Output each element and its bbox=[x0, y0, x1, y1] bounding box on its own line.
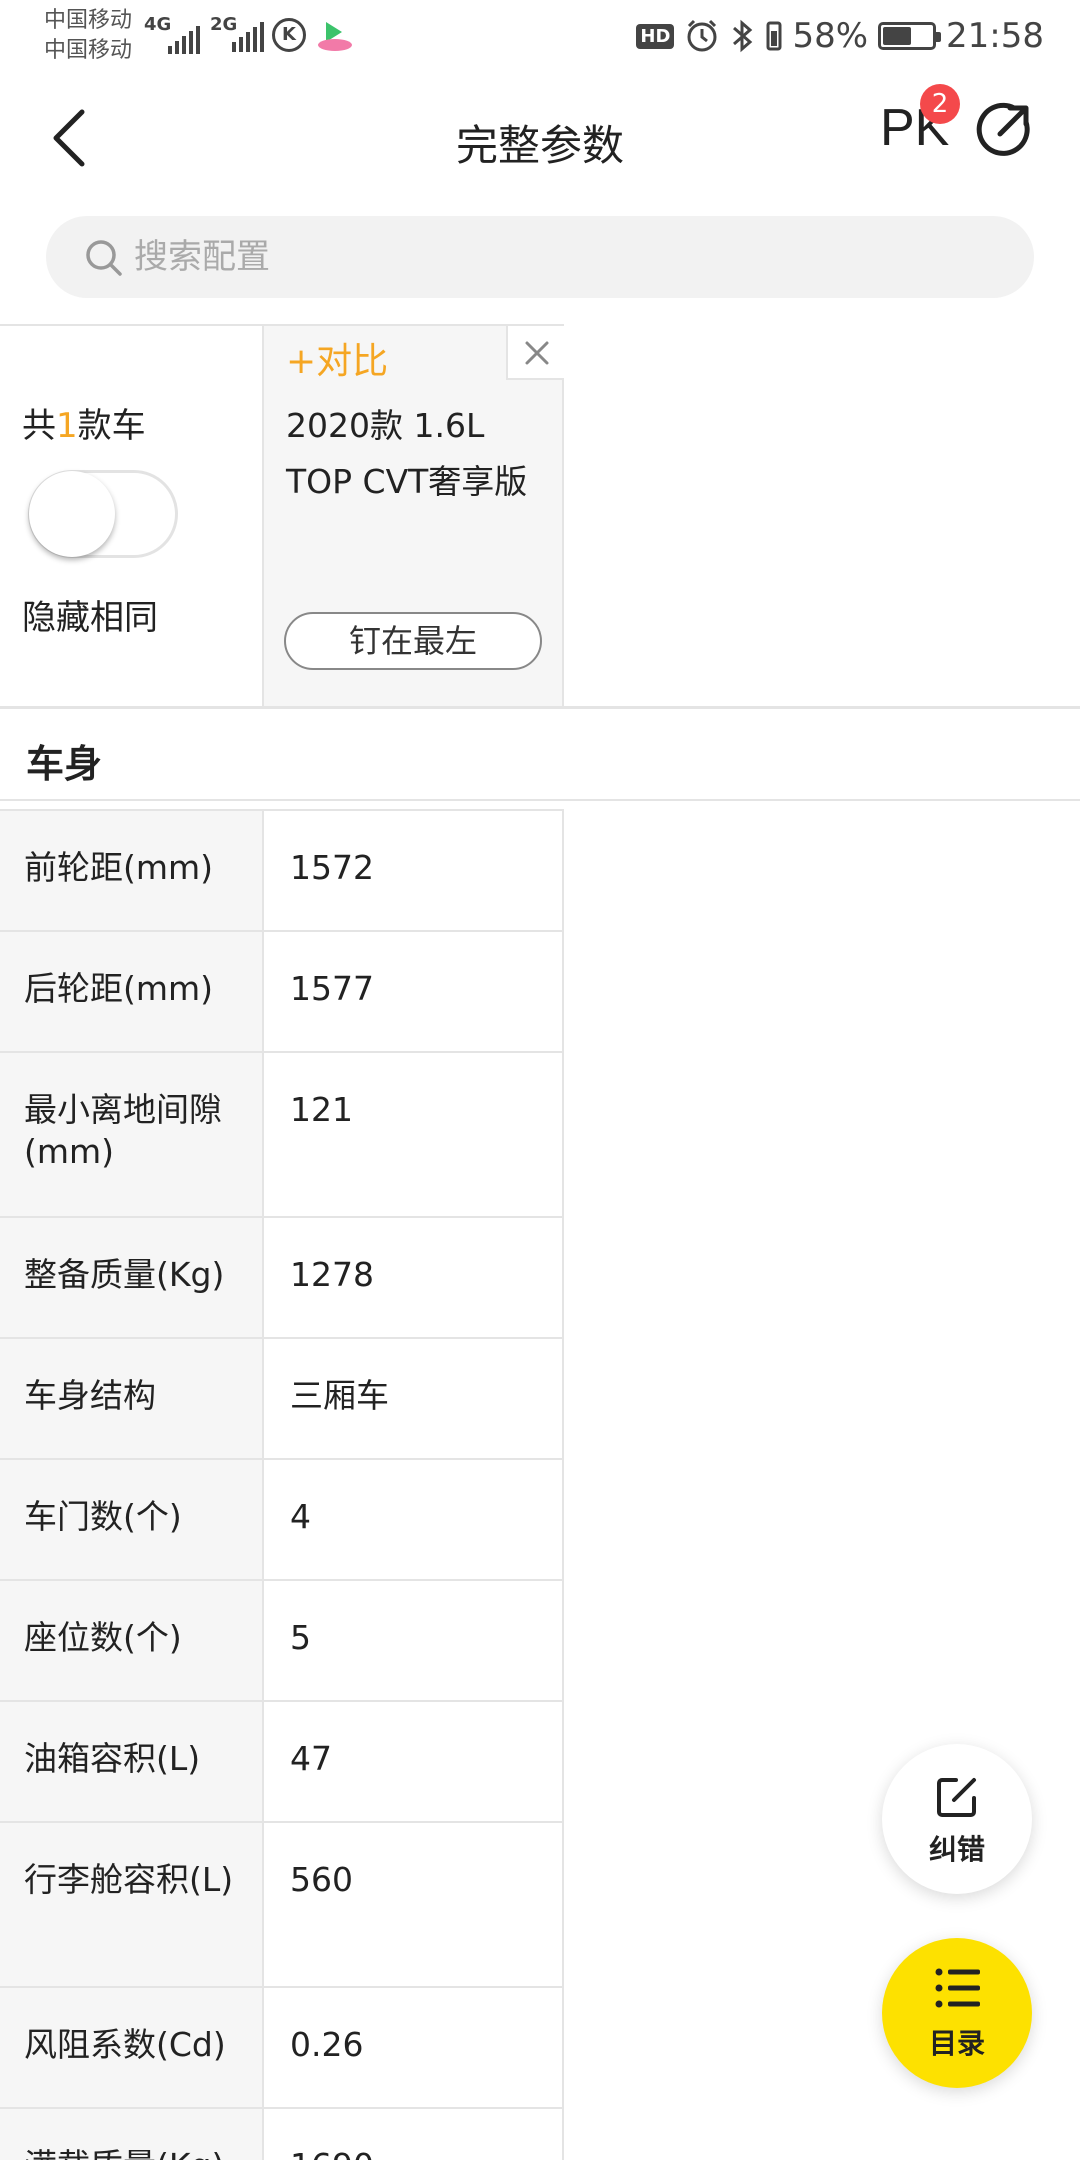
share-icon[interactable] bbox=[976, 102, 1032, 158]
params-table: 前轮距(mm) 1572 后轮距(mm) 1577 最小离地间隙(mm) 121… bbox=[0, 811, 564, 2160]
param-value: 1278 bbox=[264, 1218, 564, 1337]
signal-2-icon bbox=[232, 22, 264, 52]
correct-error-button[interactable]: 纠错 bbox=[882, 1744, 1032, 1894]
param-label: 风阻系数(Cd) bbox=[0, 1988, 264, 2107]
divider bbox=[0, 801, 564, 811]
hide-same-toggle[interactable] bbox=[28, 470, 178, 558]
param-label: 后轮距(mm) bbox=[0, 932, 264, 1051]
carrier-1: 中国移动 bbox=[44, 8, 133, 33]
edit-icon bbox=[937, 1778, 976, 1817]
search-bar[interactable] bbox=[46, 216, 1034, 298]
pin-left-button[interactable]: 钉在最左 bbox=[284, 612, 542, 670]
k-app-icon: K bbox=[272, 18, 306, 52]
list-icon bbox=[935, 1968, 980, 2008]
param-label: 油箱容积(L) bbox=[0, 1702, 264, 1821]
header: 完整参数 PK 2 bbox=[0, 72, 1080, 202]
table-row: 油箱容积(L) 47 bbox=[0, 1702, 564, 1823]
section-header: 车身 bbox=[0, 709, 1080, 801]
section-title: 车身 bbox=[26, 742, 103, 786]
bluetooth-icon bbox=[733, 19, 753, 53]
param-value: 121 bbox=[264, 1053, 564, 1216]
car-count-prefix: 共 bbox=[22, 406, 56, 446]
search-input[interactable] bbox=[134, 216, 994, 298]
table-row: 风阻系数(Cd) 0.26 bbox=[0, 1988, 564, 2109]
param-label: 前轮距(mm) bbox=[0, 811, 264, 930]
clock: 21:58 bbox=[946, 16, 1044, 56]
table-row: 满载质量(Kg) 1690 bbox=[0, 2109, 564, 2160]
table-row: 座位数(个) 5 bbox=[0, 1581, 564, 1702]
table-row: 后轮距(mm) 1577 bbox=[0, 932, 564, 1053]
remove-car-button[interactable] bbox=[506, 326, 564, 380]
status-right: HD 58% 21:58 bbox=[636, 14, 1044, 58]
param-value: 4 bbox=[264, 1460, 564, 1579]
car-count-number: 1 bbox=[56, 406, 78, 446]
param-value: 5 bbox=[264, 1581, 564, 1700]
car-count-suffix: 款车 bbox=[77, 406, 146, 446]
car-count: 共1款车 bbox=[22, 398, 146, 447]
hide-same-label: 隐藏相同 bbox=[22, 598, 158, 638]
table-row: 最小离地间隙(mm) 121 bbox=[0, 1053, 564, 1218]
compare-controls: 共1款车 隐藏相同 bbox=[0, 326, 264, 706]
signal-1-icon bbox=[168, 26, 200, 54]
catalog-button[interactable]: 目录 bbox=[882, 1938, 1032, 2088]
param-label: 车身结构 bbox=[0, 1339, 264, 1458]
hd-icon: HD bbox=[636, 23, 675, 49]
param-value: 1577 bbox=[264, 932, 564, 1051]
vibrate-icon bbox=[766, 21, 782, 51]
battery-percent: 58% bbox=[792, 16, 869, 56]
param-label: 满载质量(Kg) bbox=[0, 2109, 264, 2160]
carrier-info: 中国移动 中国移动 bbox=[44, 6, 132, 66]
param-value: 1572 bbox=[264, 811, 564, 930]
param-value: 560 bbox=[264, 1823, 564, 1986]
param-value: 三厢车 bbox=[264, 1339, 564, 1458]
video-app-icon bbox=[318, 22, 352, 51]
car-card: +对比 2020款 1.6L TOP CVT奢享版 钉在最左 bbox=[264, 326, 564, 706]
table-row: 行李舱容积(L) 560 bbox=[0, 1823, 564, 1988]
param-label: 座位数(个) bbox=[0, 1581, 264, 1700]
param-label: 整备质量(Kg) bbox=[0, 1218, 264, 1337]
table-row: 前轮距(mm) 1572 bbox=[0, 811, 564, 932]
add-compare-button[interactable]: +对比 bbox=[286, 332, 388, 384]
pk-count-badge: 2 bbox=[920, 84, 960, 124]
toggle-knob bbox=[29, 471, 115, 557]
table-row: 车门数(个) 4 bbox=[0, 1460, 564, 1581]
search-icon bbox=[86, 240, 122, 276]
battery-icon bbox=[878, 22, 942, 50]
param-label: 最小离地间隙(mm) bbox=[0, 1053, 264, 1216]
param-label: 车门数(个) bbox=[0, 1460, 264, 1579]
correct-error-label: 纠错 bbox=[928, 1833, 985, 1866]
car-name: 2020款 1.6L TOP CVT奢享版 bbox=[286, 406, 528, 501]
close-icon bbox=[525, 341, 549, 365]
table-row: 整备质量(Kg) 1278 bbox=[0, 1218, 564, 1339]
param-value: 0.26 bbox=[264, 1988, 564, 2107]
param-label: 行李舱容积(L) bbox=[0, 1823, 264, 1986]
param-value: 1690 bbox=[264, 2109, 564, 2160]
alarm-icon bbox=[687, 19, 717, 52]
status-bar: 中国移动 中国移动 4G 2G K HD 58% 21:58 bbox=[0, 0, 1080, 72]
table-row: 车身结构 三厢车 bbox=[0, 1339, 564, 1460]
carrier-2: 中国移动 bbox=[44, 38, 133, 63]
param-value: 47 bbox=[264, 1702, 564, 1821]
catalog-label: 目录 bbox=[928, 2027, 985, 2060]
